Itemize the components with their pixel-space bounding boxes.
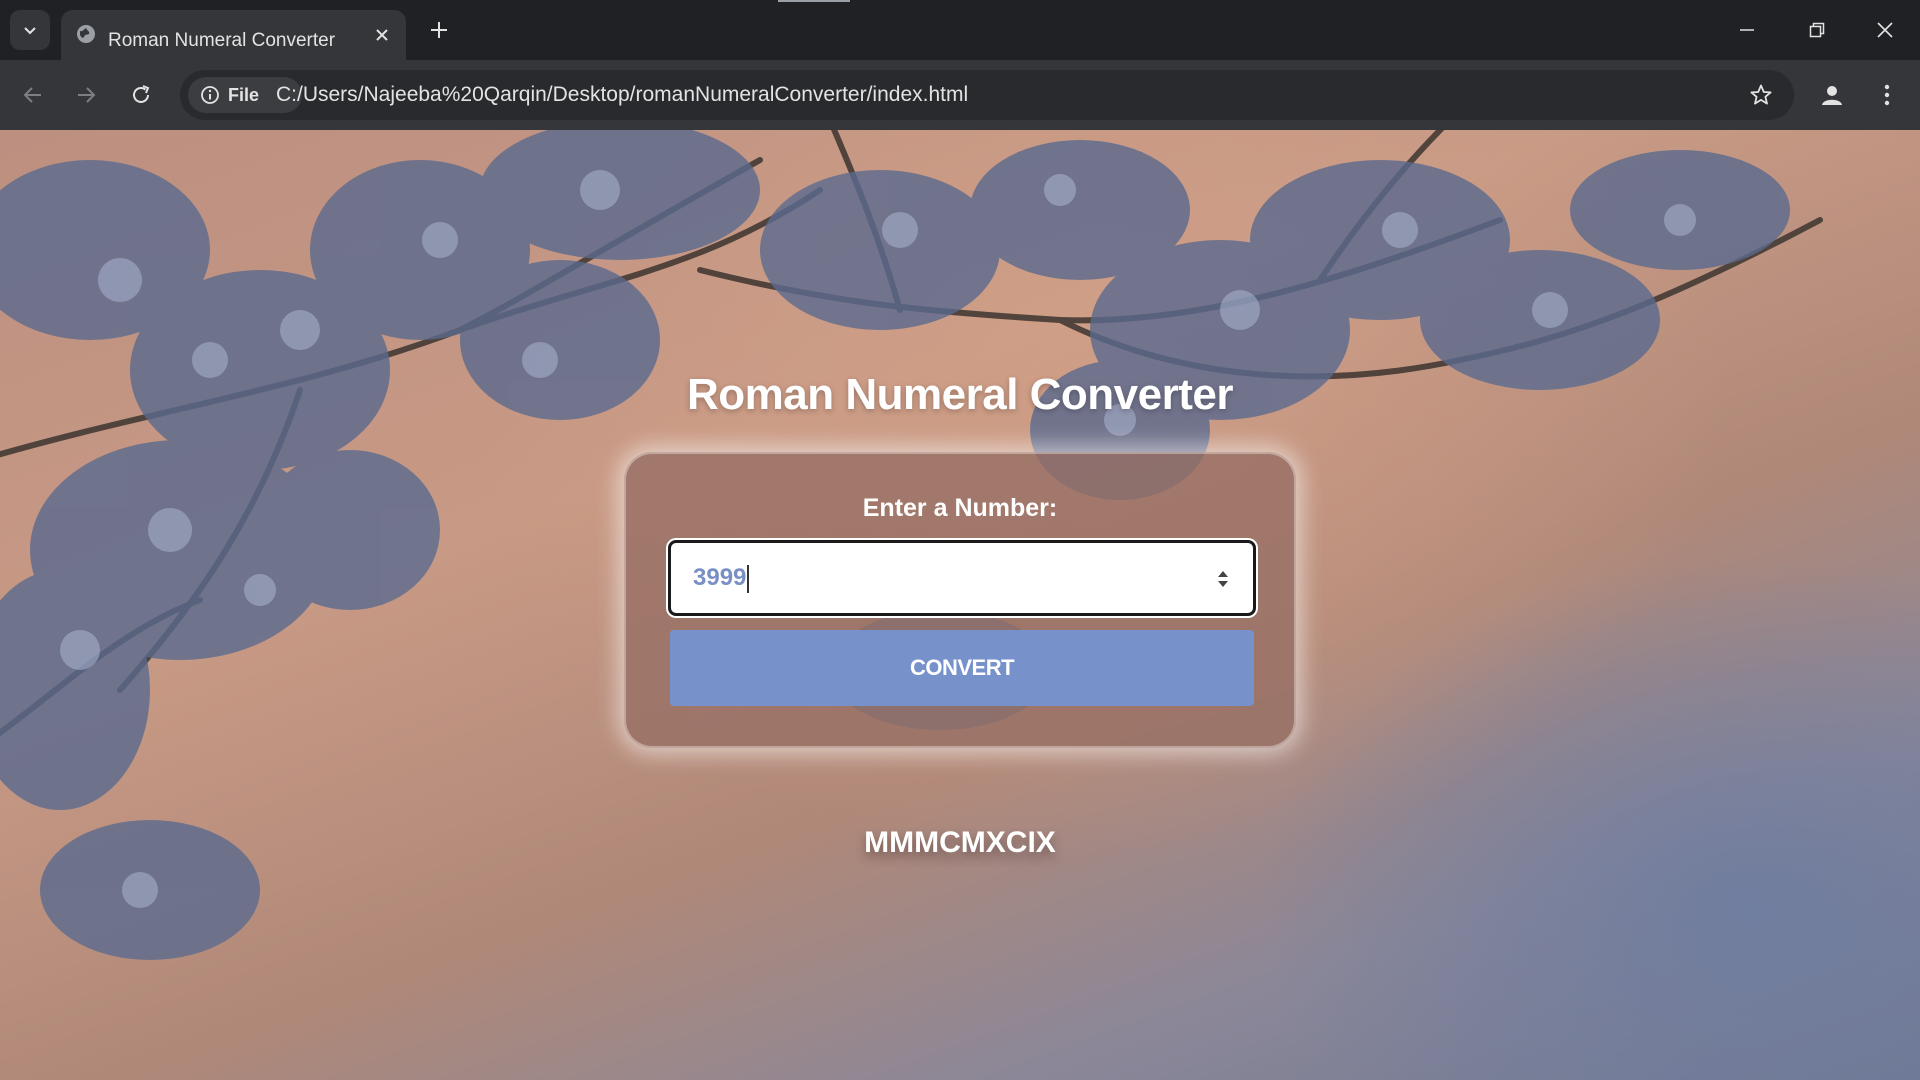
tab-close-button[interactable]: [370, 23, 394, 47]
plus-icon: [431, 22, 447, 38]
star-icon: [1750, 84, 1772, 105]
minimize-icon: [1740, 29, 1754, 31]
tab-title: Roman Numeral Converter: [108, 30, 336, 51]
kebab-menu-icon: [1884, 84, 1890, 106]
minimize-button[interactable]: [1712, 0, 1782, 60]
text-caret: [747, 564, 750, 593]
url-text[interactable]: C:/Users/Najeeba%20Qarqin/Desktop/romanN…: [276, 70, 968, 120]
number-spinner[interactable]: [1213, 565, 1233, 593]
window-close-icon: [1877, 22, 1893, 38]
browser-titlebar: Roman Numeral Converter: [0, 0, 1920, 60]
browser-tab[interactable]: Roman Numeral Converter: [61, 10, 406, 60]
back-arrow-icon: [23, 87, 41, 103]
convert-button[interactable]: CONVERT: [670, 630, 1254, 706]
forward-button[interactable]: [65, 74, 107, 116]
conversion-result: MMMCMXCIX: [864, 826, 1056, 859]
spinner-arrows-icon: [1218, 571, 1228, 587]
tab-strip-indicator: [778, 0, 850, 2]
forward-arrow-icon: [78, 87, 96, 103]
page-viewport: Roman Numeral Converter Enter a Number: …: [0, 130, 1920, 1080]
window-close-button[interactable]: [1850, 0, 1920, 60]
page-title: Roman Numeral Converter: [687, 370, 1233, 419]
number-input-label: Enter a Number:: [862, 494, 1058, 522]
browser-menu-button[interactable]: [1866, 74, 1908, 116]
converter-card: Enter a Number: 3999 CONVERT: [624, 452, 1296, 748]
restore-icon: [1809, 22, 1825, 38]
back-button[interactable]: [12, 74, 54, 116]
address-bar[interactable]: File C:/Users/Najeeba%20Qarqin/Desktop/r…: [180, 70, 1794, 120]
profile-icon: [1822, 86, 1842, 105]
number-input-value: 3999: [693, 543, 750, 613]
tab-list-button[interactable]: [10, 10, 50, 50]
close-icon: [376, 29, 388, 41]
globe-icon: [73, 21, 99, 47]
restore-button[interactable]: [1782, 0, 1852, 60]
tab-list-icon: [24, 27, 36, 35]
file-chip-label: File: [228, 84, 260, 105]
new-tab-button[interactable]: [424, 12, 454, 48]
number-input[interactable]: 3999: [668, 540, 1256, 616]
info-icon: [201, 86, 219, 104]
reload-icon: [133, 85, 150, 103]
bookmark-button[interactable]: [1744, 78, 1778, 112]
browser-toolbar: File C:/Users/Najeeba%20Qarqin/Desktop/r…: [0, 60, 1920, 130]
profile-button[interactable]: [1811, 74, 1853, 116]
reload-button[interactable]: [120, 74, 162, 116]
